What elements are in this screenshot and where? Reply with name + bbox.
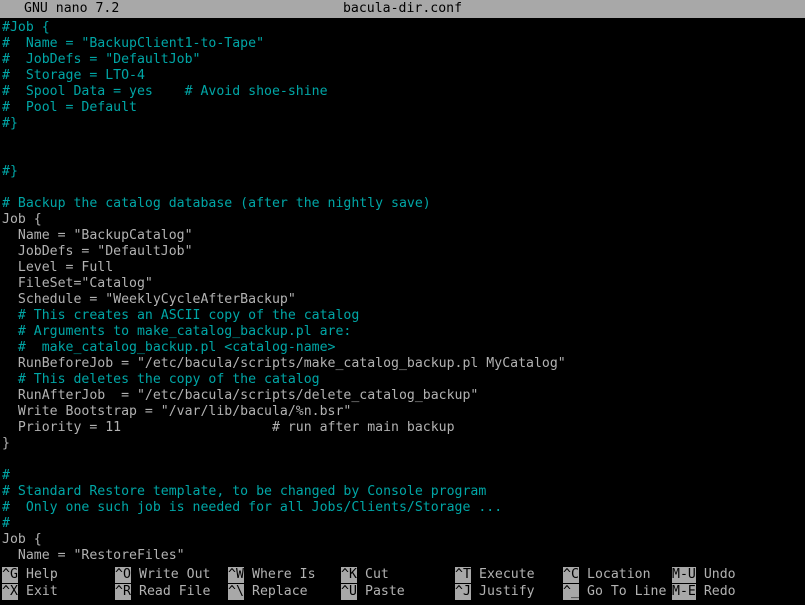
- editor-line[interactable]: # This creates an ASCII copy of the cata…: [1, 308, 805, 324]
- editor-line[interactable]: Job {: [1, 212, 805, 228]
- shortcut-key-badge: ^W: [228, 567, 244, 583]
- editor-line[interactable]: [1, 452, 805, 468]
- shortcut-key-badge: ^_: [563, 584, 579, 600]
- editor-line[interactable]: # Only one such job is needed for all Jo…: [1, 500, 805, 516]
- editor-line[interactable]: FileSet="Catalog": [1, 276, 805, 292]
- editor-line[interactable]: Name = "RestoreFiles": [1, 548, 805, 564]
- editor-line[interactable]: Name = "BackupCatalog": [1, 228, 805, 244]
- editor-line[interactable]: # Name = "BackupClient1-to-Tape": [1, 36, 805, 52]
- shortcut-label: Justify: [479, 584, 535, 599]
- shortcut-cut[interactable]: ^K Cut: [341, 567, 389, 583]
- shortcut-key-badge: ^K: [341, 567, 357, 583]
- shortcut-key-badge: ^O: [115, 567, 131, 583]
- shortcut-label: Cut: [365, 567, 389, 582]
- editor-line[interactable]: # Storage = LTO-4: [1, 68, 805, 84]
- shortcut-label: Undo: [703, 567, 736, 582]
- shortcut-key-badge: M-U: [672, 567, 696, 583]
- editor-line[interactable]: Priority = 11 # run after main backup: [1, 420, 805, 436]
- shortcut-replace[interactable]: ^\ Replace: [228, 584, 308, 600]
- title-bar: GNU nano 7.2 bacula-dir.conf: [0, 0, 805, 18]
- editor-line[interactable]: # Spool Data = yes # Avoid shoe-shine: [1, 84, 805, 100]
- editor-line[interactable]: #}: [1, 116, 805, 132]
- editor-line[interactable]: # Pool = Default: [1, 100, 805, 116]
- shortcut-key-badge: ^U: [341, 584, 357, 600]
- shortcut-key-badge: ^C: [563, 567, 579, 583]
- shortcut-redo[interactable]: M-E Redo: [672, 584, 736, 600]
- shortcut-label: Execute: [479, 567, 535, 582]
- editor-line[interactable]: [1, 148, 805, 164]
- editor-line[interactable]: #}: [1, 164, 805, 180]
- editor-line[interactable]: [1, 132, 805, 148]
- shortcut-key-badge: ^X: [2, 584, 18, 600]
- status-line: [0, 601, 805, 605]
- editor-line[interactable]: Job {: [1, 532, 805, 548]
- shortcut-location[interactable]: ^C Location: [563, 567, 651, 583]
- shortcut-label: Write Out: [139, 567, 211, 582]
- editor-line[interactable]: Write Bootstrap = "/var/lib/bacula/%n.bs…: [1, 404, 805, 420]
- filename-label: bacula-dir.conf: [342, 1, 463, 16]
- text-editing-area[interactable]: #Job {# Name = "BackupClient1-to-Tape" # …: [0, 18, 805, 567]
- shortcut-exit[interactable]: ^X Exit: [2, 584, 58, 600]
- shortcut-help[interactable]: ^G Help: [2, 567, 58, 583]
- shortcut-justify[interactable]: ^J Justify: [455, 584, 535, 600]
- shortcut-label: Exit: [26, 584, 58, 599]
- shortcut-write-out[interactable]: ^O Write Out: [115, 567, 210, 583]
- editor-line[interactable]: #: [1, 468, 805, 484]
- editor-line[interactable]: #: [1, 516, 805, 532]
- editor-line[interactable]: }: [1, 436, 805, 452]
- shortcut-label: Where Is: [252, 567, 316, 582]
- shortcut-go-to-line[interactable]: ^_ Go To Line: [563, 584, 666, 600]
- shortcut-undo[interactable]: M-U Undo: [672, 567, 736, 583]
- shortcut-label: Redo: [703, 584, 736, 599]
- shortcut-key-badge: ^T: [455, 567, 471, 583]
- shortcut-label: Paste: [365, 584, 405, 599]
- editor-line[interactable]: JobDefs = "DefaultJob": [1, 244, 805, 260]
- editor-line[interactable]: # make_catalog_backup.pl <catalog-name>: [1, 340, 805, 356]
- editor-line[interactable]: #Job {: [1, 20, 805, 36]
- shortcut-label: Replace: [252, 584, 308, 599]
- shortcut-paste[interactable]: ^U Paste: [341, 584, 405, 600]
- shortcut-key-badge: ^J: [455, 584, 471, 600]
- shortcut-execute[interactable]: ^T Execute: [455, 567, 535, 583]
- shortcut-key-badge: M-E: [672, 584, 696, 600]
- editor-line[interactable]: Schedule = "WeeklyCycleAfterBackup": [1, 292, 805, 308]
- editor-line[interactable]: RunBeforeJob = "/etc/bacula/scripts/make…: [1, 356, 805, 372]
- shortcut-key-badge: ^G: [2, 567, 18, 583]
- shortcut-key-badge: ^\: [228, 584, 244, 600]
- editor-line[interactable]: Level = Full: [1, 260, 805, 276]
- shortcut-key-badge: ^R: [115, 584, 131, 600]
- shortcut-label: Go To Line: [587, 584, 667, 599]
- editor-line[interactable]: # Standard Restore template, to be chang…: [1, 484, 805, 500]
- editor-line[interactable]: # JobDefs = "DefaultJob": [1, 52, 805, 68]
- shortcut-read-file[interactable]: ^R Read File: [115, 584, 210, 600]
- editor-line[interactable]: # Backup the catalog database (after the…: [1, 196, 805, 212]
- editor-line[interactable]: # This deletes the copy of the catalog: [1, 372, 805, 388]
- shortcut-label: Read File: [139, 584, 211, 599]
- shortcut-label: Help: [26, 567, 58, 582]
- editor-line[interactable]: [1, 180, 805, 196]
- shortcut-help-bar: ^G Help ^X Exit ^O Write Out ^R Read File ^W Wher…: [0, 567, 805, 601]
- nano-editor-window: GNU nano 7.2 bacula-dir.conf #Job {# Nam…: [0, 0, 805, 605]
- shortcut-where-is[interactable]: ^W Where Is: [228, 567, 316, 583]
- editor-line[interactable]: # Arguments to make_catalog_backup.pl ar…: [1, 324, 805, 340]
- editor-line[interactable]: RunAfterJob = "/etc/bacula/scripts/delet…: [1, 388, 805, 404]
- shortcut-label: Location: [587, 567, 651, 582]
